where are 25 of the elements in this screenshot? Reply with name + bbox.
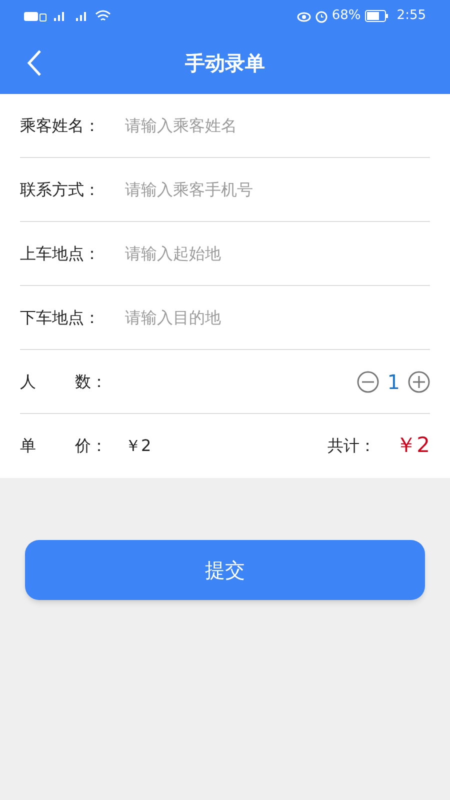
- input-field[interactable]: 请输入目的地: [125, 306, 430, 330]
- minus-button[interactable]: [357, 370, 380, 392]
- passenger-count: 1: [387, 368, 400, 396]
- total-label: 共计：: [328, 435, 376, 457]
- field-label: 下车地点：: [20, 306, 101, 328]
- battery-icon: [364, 10, 389, 22]
- submit-button[interactable]: 提交: [25, 540, 425, 600]
- battery-percent: 68%: [332, 7, 361, 26]
- field-label: 数：: [75, 370, 107, 392]
- field-label: 乘客姓名：: [20, 114, 101, 136]
- field-label: 单: [20, 435, 37, 457]
- field-label: 上车地点：: [20, 242, 101, 264]
- plus-button[interactable]: [408, 370, 430, 392]
- alarm-icon: [314, 10, 328, 22]
- field-label: 价：: [75, 435, 108, 457]
- input-field[interactable]: 请输入乘客手机号: [125, 178, 430, 202]
- field-label: 联系方式：: [20, 178, 101, 200]
- total-price: ￥2: [396, 432, 430, 460]
- input-field[interactable]: 请输入乘客姓名: [125, 114, 430, 138]
- field-label: 人: [20, 370, 37, 392]
- status-time: 2:55: [396, 7, 426, 26]
- eye-icon: [296, 10, 311, 22]
- input-field[interactable]: 请输入起始地: [125, 242, 430, 266]
- unit-price: ￥2: [125, 435, 152, 457]
- page-title: 手动录单: [185, 50, 265, 77]
